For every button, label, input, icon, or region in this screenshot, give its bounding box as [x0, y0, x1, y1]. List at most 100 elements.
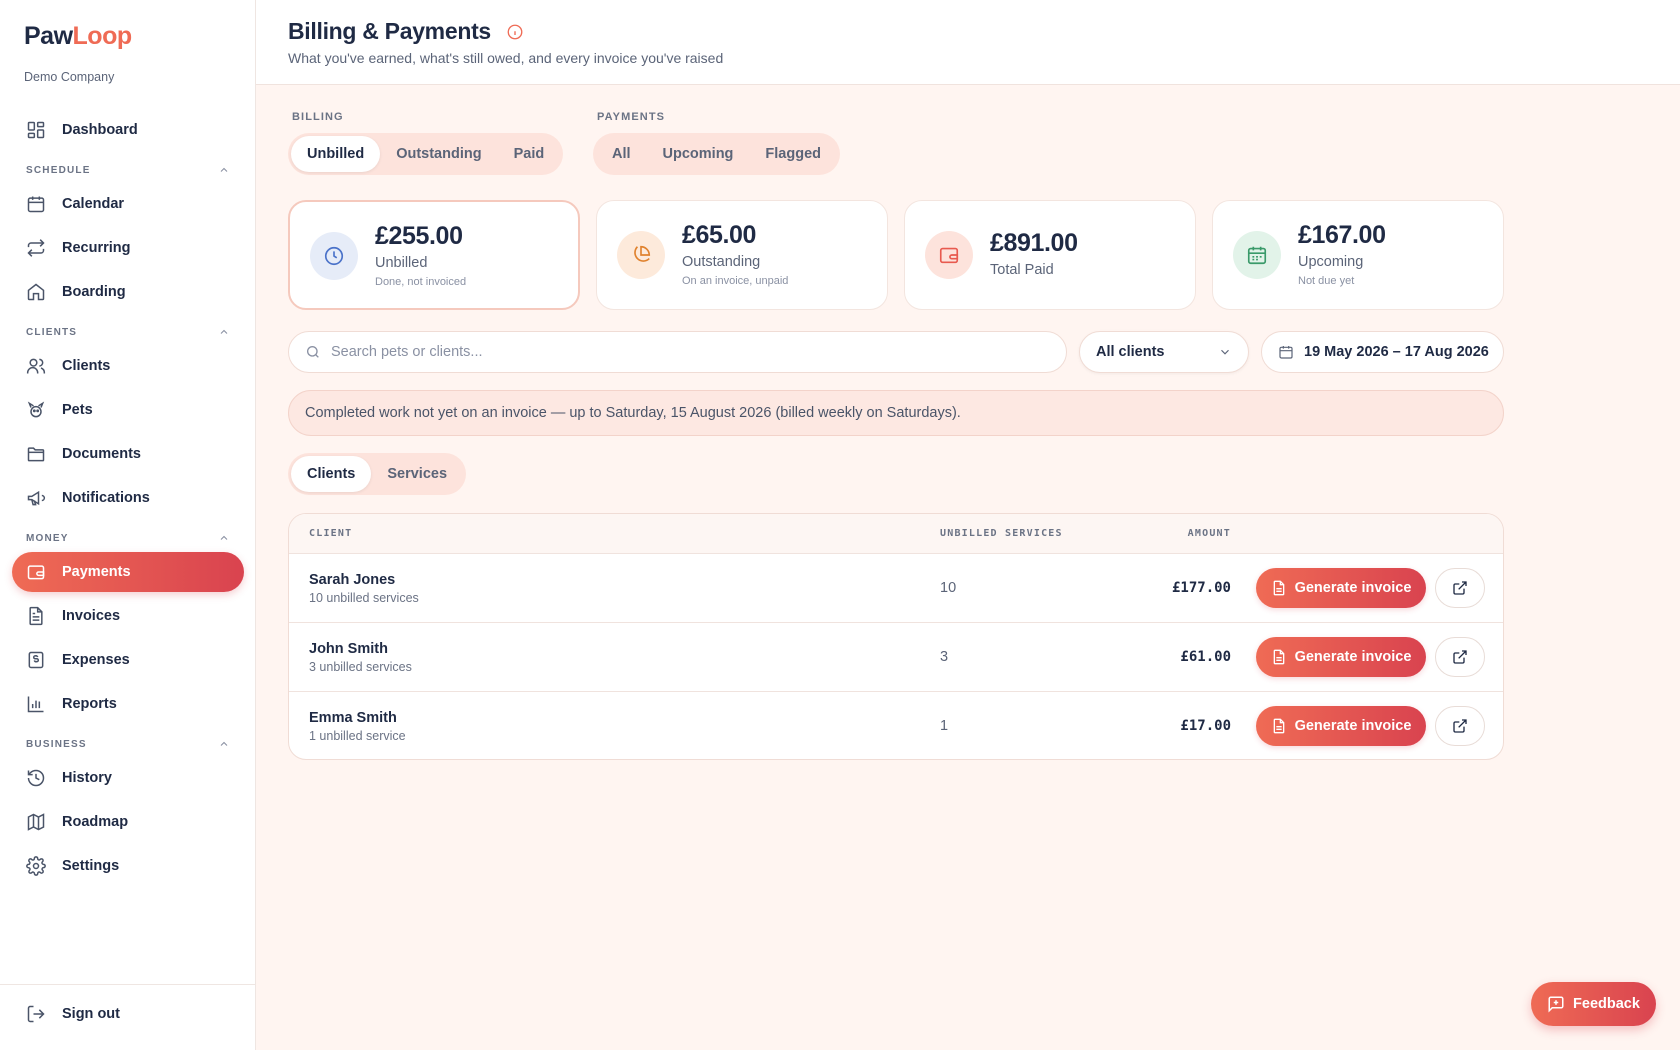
- section-clients[interactable]: CLIENTS: [12, 318, 244, 346]
- sidebar-item-label: Settings: [62, 858, 120, 874]
- sidebar-item-label: Clients: [62, 358, 111, 374]
- clock-icon: [324, 246, 344, 266]
- logo-text-loop: Loop: [72, 22, 133, 50]
- sidebar-item-reports[interactable]: Reports: [12, 684, 244, 724]
- generate-invoice-label: Generate invoice: [1294, 649, 1412, 665]
- message-plus-icon: [1548, 996, 1564, 1013]
- section-business[interactable]: BUSINESS: [12, 730, 244, 758]
- tab-upcoming[interactable]: Upcoming: [647, 136, 750, 172]
- tab-services[interactable]: Services: [371, 456, 463, 492]
- sidebar-item-label: Pets: [62, 402, 93, 418]
- home-icon: [27, 283, 45, 301]
- external-link-icon: [1453, 719, 1467, 733]
- wallet-icon: [27, 565, 45, 580]
- sidebar-item-invoices[interactable]: Invoices: [12, 596, 244, 636]
- chevron-up-icon: [220, 329, 228, 334]
- stat-card-unbilled[interactable]: £255.00 Unbilled Done, not invoiced: [288, 200, 580, 310]
- open-client-button[interactable]: [1435, 637, 1485, 677]
- sidebar-item-boarding[interactable]: Boarding: [12, 272, 244, 312]
- receipt-icon: [28, 651, 44, 669]
- page-subtitle: What you've earned, what's still owed, a…: [288, 50, 724, 66]
- tab-clients[interactable]: Clients: [291, 456, 372, 492]
- stat-card-total-paid[interactable]: £891.00 Total Paid: [904, 200, 1196, 310]
- column-header-unbilled-services: UNBILLED SERVICES: [940, 528, 1063, 539]
- megaphone-icon: [27, 490, 46, 506]
- open-client-button[interactable]: [1435, 568, 1485, 608]
- view-tabs: Clients Services: [288, 453, 467, 495]
- stat-icon-wrap: [617, 231, 665, 279]
- sidebar-item-settings[interactable]: Settings: [12, 846, 244, 886]
- stat-label: Outstanding: [682, 254, 761, 270]
- sidebar-item-label: Notifications: [62, 490, 150, 506]
- chevron-up-icon: [220, 535, 228, 540]
- history-icon: [27, 769, 45, 787]
- stat-icon-wrap: [925, 231, 973, 279]
- row-amount: £17.00: [1180, 718, 1231, 734]
- generate-invoice-button[interactable]: Generate invoice: [1256, 637, 1426, 677]
- sign-out-button[interactable]: Sign out: [26, 1004, 120, 1024]
- external-link-icon: [1453, 650, 1467, 664]
- stat-amount: £255.00: [375, 222, 463, 250]
- tab-unbilled[interactable]: Unbilled: [291, 136, 381, 172]
- sidebar-item-history[interactable]: History: [12, 758, 244, 798]
- feedback-button[interactable]: Feedback: [1531, 982, 1656, 1026]
- tab-all[interactable]: All: [596, 136, 647, 172]
- table-row: John Smith 3 unbilled services 3 £61.00 …: [289, 623, 1503, 692]
- client-services-summary: 3 unbilled services: [309, 660, 412, 674]
- client-filter-select[interactable]: All clients: [1079, 331, 1249, 373]
- generate-invoice-label: Generate invoice: [1294, 718, 1412, 734]
- generate-invoice-label: Generate invoice: [1294, 580, 1412, 596]
- date-range-picker[interactable]: 19 May 2026 – 17 Aug 2026: [1261, 331, 1504, 373]
- sidebar-item-notifications[interactable]: Notifications: [12, 478, 244, 518]
- generate-invoice-button[interactable]: Generate invoice: [1256, 706, 1426, 746]
- billing-group-label: BILLING: [292, 111, 344, 123]
- sidebar-item-expenses[interactable]: Expenses: [12, 640, 244, 680]
- tab-paid[interactable]: Paid: [498, 136, 561, 172]
- section-schedule[interactable]: SCHEDULE: [12, 156, 244, 184]
- info-icon[interactable]: [506, 23, 524, 41]
- sidebar-item-label: Recurring: [62, 240, 131, 256]
- sidebar-item-clients[interactable]: Clients: [12, 346, 244, 386]
- billing-tabs: Unbilled Outstanding Paid: [288, 133, 564, 175]
- calendar-icon: [1247, 246, 1267, 265]
- section-money[interactable]: MONEY: [12, 524, 244, 552]
- external-link-icon: [1453, 581, 1467, 595]
- sidebar-item-dashboard[interactable]: Dashboard: [12, 110, 244, 150]
- sidebar-item-label: Reports: [62, 696, 117, 712]
- app-logo[interactable]: Paw Loop: [24, 22, 132, 51]
- sidebar-item-label: Dashboard: [62, 122, 138, 138]
- stat-label: Total Paid: [990, 262, 1054, 278]
- column-header-amount: AMOUNT: [1187, 528, 1231, 539]
- pie-chart-icon: [634, 245, 651, 262]
- stat-label: Unbilled: [375, 255, 428, 271]
- sidebar: Paw Loop Demo Company Dashboard SCHEDULE …: [0, 0, 256, 1050]
- sidebar-item-payments[interactable]: Payments: [12, 552, 244, 592]
- search-input[interactable]: [331, 344, 1031, 360]
- stat-icon-wrap: [1233, 231, 1281, 279]
- bar-chart-icon: [27, 696, 44, 713]
- users-icon: [26, 358, 46, 374]
- tab-outstanding[interactable]: Outstanding: [380, 136, 497, 172]
- sidebar-item-pets[interactable]: Pets: [12, 390, 244, 430]
- calendar-icon: [27, 196, 45, 213]
- sidebar-item-label: Invoices: [62, 608, 121, 624]
- tab-flagged[interactable]: Flagged: [749, 136, 837, 172]
- generate-invoice-button[interactable]: Generate invoice: [1256, 568, 1426, 608]
- table-row: Sarah Jones 10 unbilled services 10 £177…: [289, 554, 1503, 623]
- repeat-icon: [27, 239, 45, 257]
- stat-card-upcoming[interactable]: £167.00 Upcoming Not due yet: [1212, 200, 1504, 310]
- sidebar-item-calendar[interactable]: Calendar: [12, 184, 244, 224]
- sidebar-item-roadmap[interactable]: Roadmap: [12, 802, 244, 842]
- section-label: MONEY: [26, 532, 69, 544]
- sidebar-item-label: Expenses: [62, 652, 130, 668]
- stat-icon-wrap: [310, 232, 358, 280]
- file-text-icon: [1273, 580, 1284, 596]
- chevron-up-icon: [220, 741, 228, 746]
- sidebar-item-label: Documents: [62, 446, 141, 462]
- sidebar-item-documents[interactable]: Documents: [12, 434, 244, 474]
- stat-card-outstanding[interactable]: £65.00 Outstanding On an invoice, unpaid: [596, 200, 888, 310]
- sidebar-item-recurring[interactable]: Recurring: [12, 228, 244, 268]
- info-notice: Completed work not yet on an invoice — u…: [288, 390, 1504, 436]
- unbilled-table: CLIENT UNBILLED SERVICES AMOUNT Sarah Jo…: [288, 513, 1504, 760]
- open-client-button[interactable]: [1435, 706, 1485, 746]
